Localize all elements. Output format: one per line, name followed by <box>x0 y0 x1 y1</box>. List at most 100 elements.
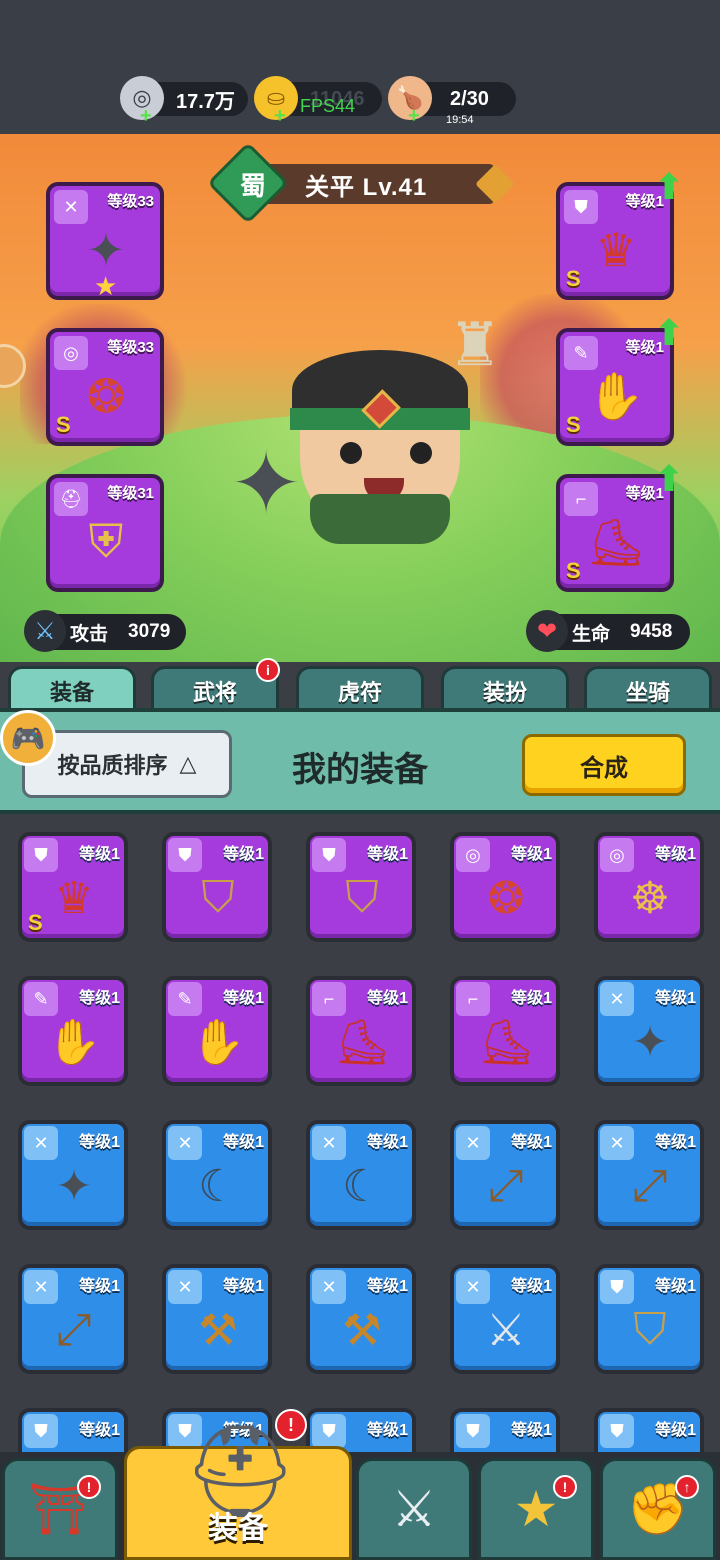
shuriken-icon: ✦ <box>230 436 303 532</box>
inventory-item[interactable]: ⌐ 等级1 ⛸ <box>306 976 416 1086</box>
inventory-item[interactable]: ⛊等级1⛉ <box>162 832 272 942</box>
inventory-item[interactable]: ✕ 等级1 ⤢ <box>594 1120 704 1230</box>
inventory-item[interactable]: ✎ 等级1 ✋ <box>162 976 272 1086</box>
inventory-item[interactable]: ⛊等级1⛉ <box>450 1408 560 1454</box>
inventory-item[interactable]: ⛊等级1⛉ <box>306 832 416 942</box>
inventory-item[interactable]: ✕ 等级1 ✦ <box>594 976 704 1086</box>
stamina-value: 2/30 <box>450 87 489 110</box>
stamina-timer: 19:54 <box>446 114 474 126</box>
item-level: 等级1 <box>79 1134 120 1151</box>
inventory-item[interactable]: ✕ 等级1 ☾ <box>162 1120 272 1230</box>
helmet-slot[interactable]: ⛑ 等级31 ⛨ <box>46 474 164 592</box>
equipment-icon: ⤢ <box>56 1305 92 1354</box>
equipment-panel-header: 按品质排序 △ 我的装备 合成 <box>0 708 720 814</box>
notification-badge: ! <box>77 1475 101 1499</box>
attack-stat: ⚔ 攻击 3079 <box>24 610 186 652</box>
boots-slot[interactable]: ⌐ 等级1 ⛸ S ⬆ <box>556 458 684 592</box>
equipment-icon: ⛸ <box>334 1018 390 1067</box>
weapon-slot[interactable]: ✕ 等级33 ✦ ★ <box>46 182 164 301</box>
fps-overlay: FPS44 <box>300 96 356 116</box>
helmet-icon: ⛨ <box>88 515 124 567</box>
stamina-resource[interactable]: 🍗 2/30 + 19:54 <box>388 76 516 127</box>
tab-mount[interactable]: 坐骑 <box>584 666 712 712</box>
faction-label: 蜀 <box>239 170 266 201</box>
top-resource-bar: ◎ 17.7万 + ⛀ 11046 + 🍗 2/30 + 19:54 FPS44 <box>0 0 720 134</box>
equipment-icon: ☸ <box>630 873 670 923</box>
inventory-item[interactable]: ✕ 等级1 ✦ <box>18 1120 128 1230</box>
add-silver-icon[interactable]: + <box>140 105 152 128</box>
tab-equipment[interactable]: 装备 <box>8 666 136 712</box>
combine-button[interactable]: 合成 <box>522 734 686 796</box>
equipment-nav-button[interactable]: ⛑ ! 装备 <box>124 1409 352 1560</box>
tab-notification-badge: i <box>256 658 280 682</box>
equipment-icon: ⛉ <box>633 1305 667 1354</box>
equipment-icon: ⚒ <box>198 1305 238 1355</box>
armor-slot[interactable]: ⛊ 等级1 ♛ S ⬆ <box>556 166 684 300</box>
grade-badge: S <box>56 412 71 437</box>
item-level: 等级1 <box>223 990 264 1007</box>
nav-label: 装备 <box>208 1512 268 1545</box>
equipment-icon: ✋ <box>190 1018 246 1067</box>
shop-nav-button[interactable]: ⛩ ! <box>2 1458 118 1560</box>
item-level: 等级1 <box>367 1134 408 1151</box>
equipment-icon: ⛸ <box>478 1018 534 1067</box>
item-level: 等级1 <box>367 1422 408 1439</box>
inventory-item[interactable]: ✕ 等级1 ⚒ <box>162 1264 272 1374</box>
hero-character[interactable]: ✦ <box>230 344 470 544</box>
heart-icon: ❤ <box>526 610 568 652</box>
gamepad-icon[interactable]: 🎮 <box>0 710 56 766</box>
inventory-item[interactable]: ◎ 等级1 ☸ <box>594 832 704 942</box>
grade-badge: S <box>566 266 581 291</box>
tab-tiger-tally[interactable]: 虎符 <box>296 666 424 712</box>
inventory-item[interactable]: ✕ 等级1 ⚔ <box>450 1264 560 1374</box>
chevron-right-icon <box>475 164 515 204</box>
hero-showcase: 蜀 关平 Lv.41 ✕ 等级33 ✦ ★ ◎ 等级33 ❂ S ⛑ 等级31 … <box>0 134 720 662</box>
add-gold-icon[interactable]: + <box>274 105 286 128</box>
inventory-item[interactable]: ✎ 等级1 ✋ <box>18 976 128 1086</box>
upgrade-arrow-icon: ⬆ <box>654 166 685 207</box>
add-stamina-icon[interactable]: + <box>408 105 420 128</box>
bottom-navigation: ⛩ ! ⛑ ! 装备 ⚔ ★ ! ✊ ↑ <box>0 1409 720 1560</box>
star-icon: ★ <box>94 271 118 301</box>
accessory-slot[interactable]: ◎ 等级33 ❂ S <box>46 328 164 446</box>
item-level: 等级1 <box>655 1278 696 1295</box>
notification-badge: ! <box>553 1475 577 1499</box>
grade-badge: S <box>566 558 581 583</box>
item-level: 等级1 <box>655 1422 696 1439</box>
equipment-icon: ⤢ <box>632 1161 668 1210</box>
equipment-icon: ✦ <box>55 1161 93 1211</box>
gloves-slot[interactable]: ✎ 等级1 ✋ S ⬆ <box>556 312 684 446</box>
inventory-item[interactable]: ⛊等级1⛉ <box>594 1264 704 1374</box>
hero-stars-icon: ★ <box>513 1481 559 1537</box>
tab-costume[interactable]: 装扮 <box>441 666 569 712</box>
inventory-item[interactable]: ⛊等级1⛉ <box>18 1408 128 1454</box>
battle-nav-button[interactable]: ⚔ <box>356 1458 472 1560</box>
inventory-item[interactable]: ⛊等级1⛉ <box>594 1408 704 1454</box>
crossed-swords-icon: ⚔ <box>391 1481 437 1537</box>
upgrade-nav-button[interactable]: ✊ ↑ <box>600 1458 716 1560</box>
inventory-item[interactable]: ◎ 等级1 ❂ <box>450 832 560 942</box>
item-level: 等级1 <box>511 846 552 863</box>
item-level: 等级1 <box>655 990 696 1007</box>
equipment-inventory-grid: ⛊ 等级1 ♛ S ⛊ 等级1 ⛉ ⛊ 等级1 ⛉ ◎ 等级1 ❂ ◎ 等级1 ☸ ✎ 等级1 ✋ ✎ 等级1 ✋ ⌐ 等级1… <box>0 814 720 1454</box>
heroes-nav-button[interactable]: ★ ! <box>478 1458 594 1560</box>
inventory-item[interactable]: ✕ 等级1 ☾ <box>306 1120 416 1230</box>
item-level: 等级1 <box>79 1422 120 1439</box>
equipment-icon: ⚒ <box>342 1305 382 1355</box>
slot-level: 等级33 <box>107 339 154 356</box>
equipment-icon: ⚔ <box>486 1305 526 1355</box>
silver-resource[interactable]: ◎ 17.7万 + <box>120 76 248 127</box>
hero-name-level: 关平 Lv.41 <box>305 173 428 201</box>
inventory-item[interactable]: ✕ 等级1 ⤢ <box>18 1264 128 1374</box>
inventory-item[interactable]: ✕ 等级1 ⤢ <box>450 1120 560 1230</box>
equipment-icon: ✋ <box>46 1018 102 1067</box>
tiger-tally-icon: ♜ <box>448 311 502 378</box>
item-level: 等级1 <box>79 846 120 863</box>
inventory-item[interactable]: ✕ 等级1 ⚒ <box>306 1264 416 1374</box>
inventory-item[interactable]: ⛊ 等级1 ♛ S <box>18 832 128 942</box>
item-level: 等级1 <box>511 1422 552 1439</box>
item-level: 等级1 <box>223 1278 264 1295</box>
inventory-item[interactable]: ⌐ 等级1 ⛸ <box>450 976 560 1086</box>
item-level: 等级1 <box>79 990 120 1007</box>
equipment-icon: ⛉ <box>345 873 379 922</box>
